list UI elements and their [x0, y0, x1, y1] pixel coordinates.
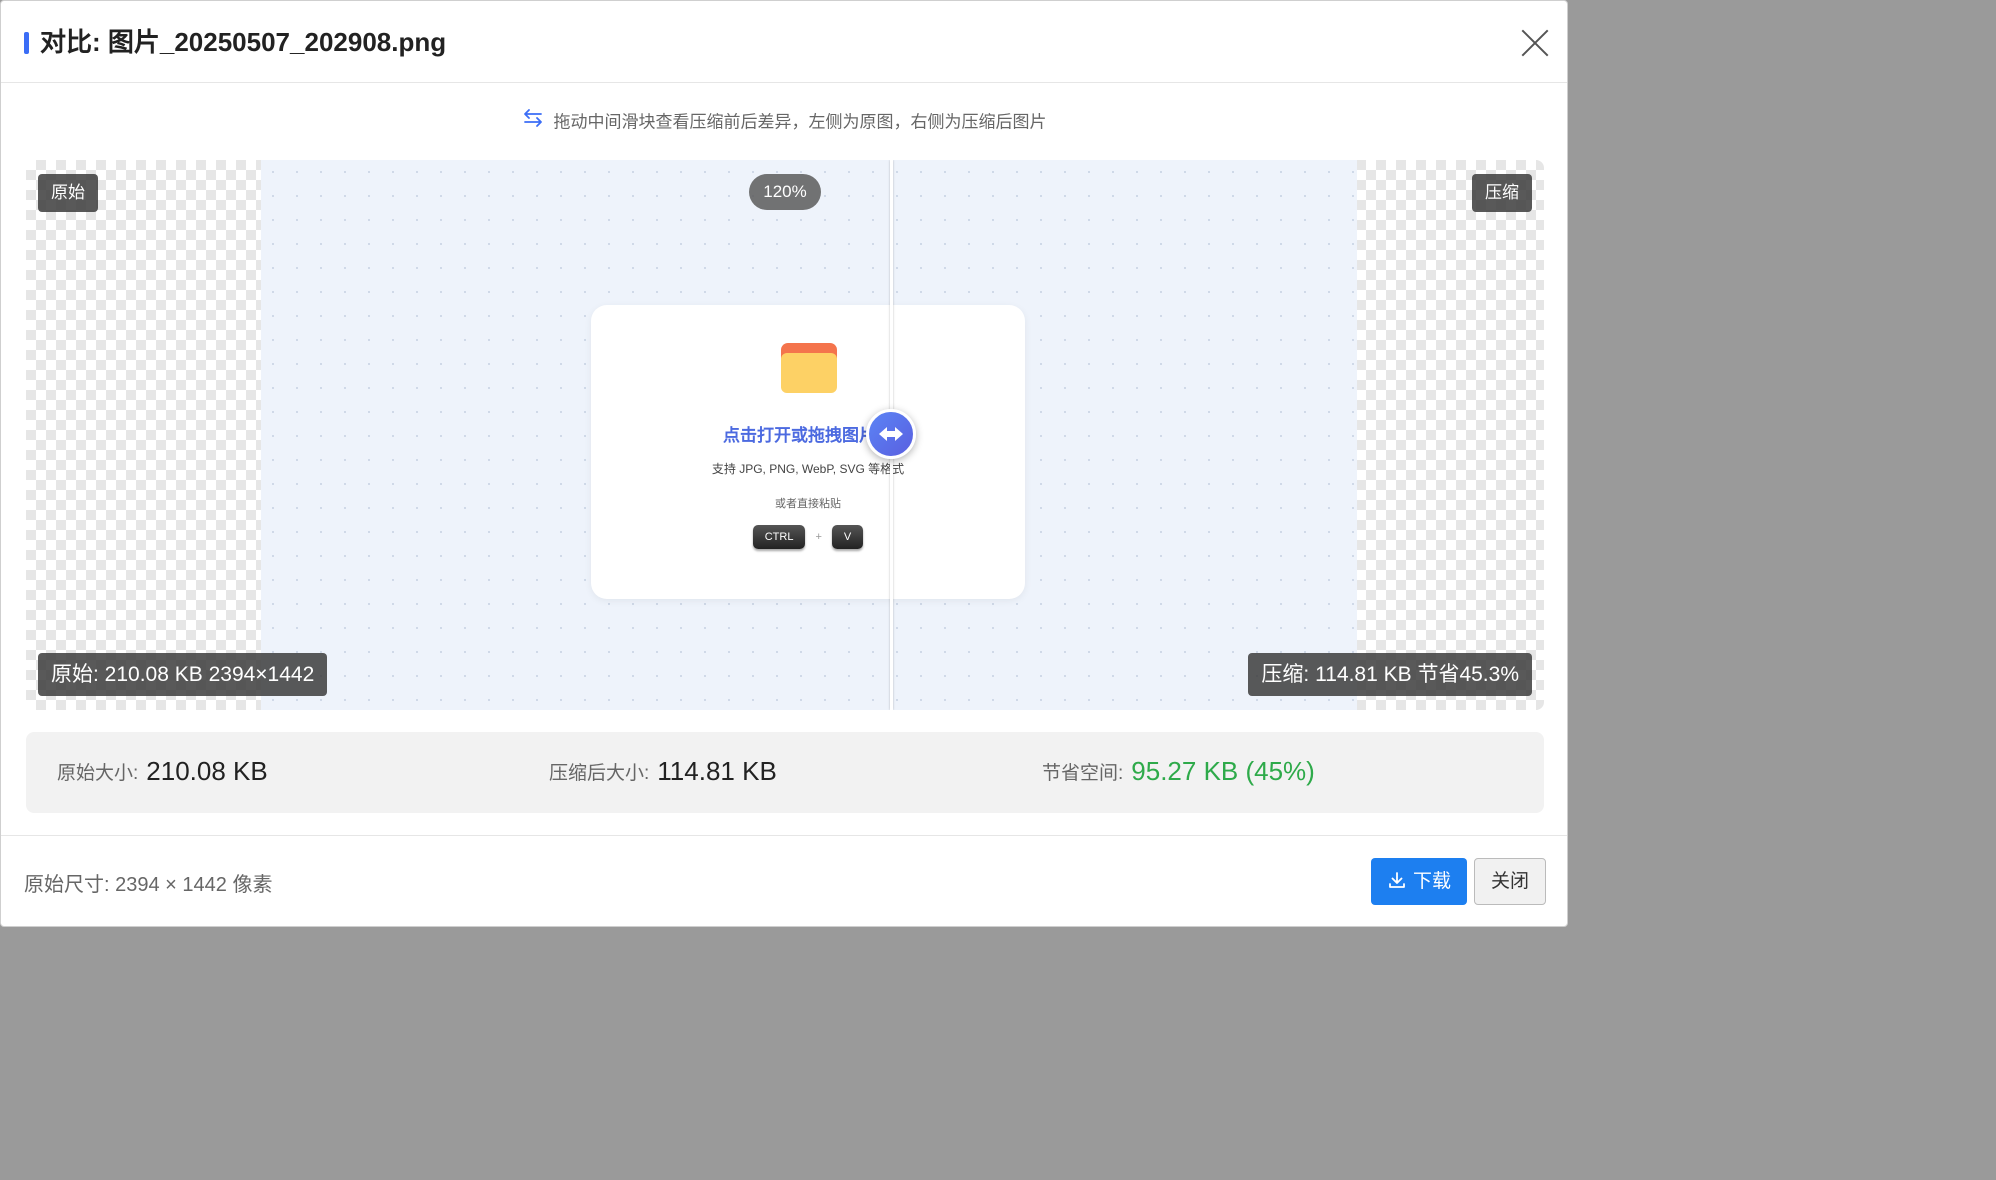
close-icon[interactable]: [1519, 27, 1551, 59]
preview-subtitle: 支持 JPG, PNG, WebP, SVG 等格式: [892, 462, 905, 476]
stat-compressed-value: 114.81 KB: [657, 756, 777, 786]
stat-original-value: 210.08 KB: [146, 756, 268, 786]
stat-saved: 节省空间: 95.27 KB (45%): [1042, 756, 1315, 787]
stat-compressed: 压缩后大小: 114.81 KB: [549, 756, 777, 787]
download-label: 下载: [1412, 871, 1451, 892]
compare-viewer[interactable]: 点击打开或拖拽图片到 支持 JPG, PNG, WebP, SVG 等格式 或者…: [26, 160, 1544, 710]
ctrl-key: CTRL: [752, 525, 806, 549]
close-button[interactable]: 关闭: [1474, 858, 1546, 905]
original-tag: 原始: [38, 174, 98, 212]
swap-arrows-icon: [522, 107, 544, 139]
download-button[interactable]: 下载: [1371, 858, 1467, 905]
stat-original-label: 原始大小:: [57, 763, 139, 784]
stat-compressed-label: 压缩后大小:: [549, 763, 650, 784]
compressed-image: 点击打开或拖拽图片到 支持 JPG, PNG, WebP, SVG 等格式 或者…: [892, 160, 1357, 710]
plus-sign: +: [815, 531, 822, 543]
shortcut-keys: CTRL+V: [892, 525, 1025, 549]
original-info: 原始: 210.08 KB 2394×1442: [38, 653, 328, 696]
download-icon: [1389, 872, 1405, 889]
compare-dialog: 对比: 图片_20250507_202908.png 拖动中间滑块查看压缩前后差…: [0, 0, 1568, 927]
compressed-info: 压缩: 114.81 KB 节省45.3%: [1248, 653, 1532, 696]
dialog-header: 对比: 图片_20250507_202908.png: [1, 1, 1567, 83]
stat-saved-label: 节省空间:: [1042, 763, 1124, 784]
original-dimensions: 原始尺寸: 2394 × 1442 像素: [24, 874, 273, 896]
compressed-half: 点击打开或拖拽图片到 支持 JPG, PNG, WebP, SVG 等格式 或者…: [892, 160, 1544, 710]
hint-row: 拖动中间滑块查看压缩前后差异，左侧为原图，右侧为压缩后图片: [1, 107, 1567, 139]
stats-panel: 原始大小: 210.08 KB 压缩后大小: 114.81 KB 节省空间: 95.2…: [26, 732, 1544, 813]
preview-card-compressed: 点击打开或拖拽图片到 支持 JPG, PNG, WebP, SVG 等格式 或者…: [892, 305, 1025, 599]
title-accent-bar: [24, 32, 29, 54]
double-arrow-icon: [879, 427, 903, 441]
v-key: V: [831, 525, 864, 549]
folder-icon: [781, 343, 837, 393]
slider-handle[interactable]: [866, 409, 916, 459]
dialog-footer: 原始尺寸: 2394 × 1442 像素 下载 关闭: [1, 835, 1567, 926]
compressed-tag: 压缩: [1472, 174, 1532, 212]
preview-or-text: 或者直接粘贴: [892, 495, 1025, 511]
hint-text: 拖动中间滑块查看压缩前后差异，左侧为原图，右侧为压缩后图片: [553, 112, 1047, 132]
stat-saved-value: 95.27 KB (45%): [1131, 756, 1315, 786]
dialog-title: 对比: 图片_20250507_202908.png: [40, 27, 447, 57]
stat-original: 原始大小: 210.08 KB: [57, 756, 268, 787]
zoom-badge: 120%: [749, 174, 821, 210]
